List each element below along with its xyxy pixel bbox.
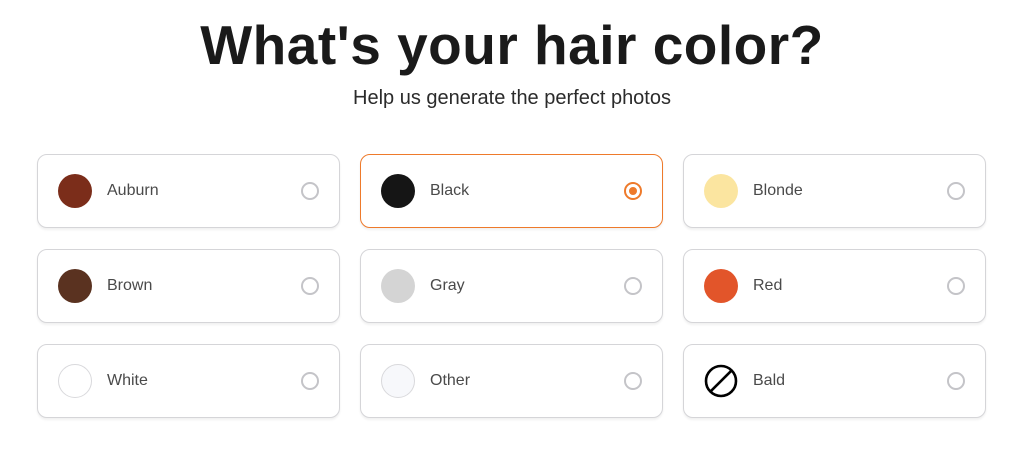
option-label: Bald <box>753 372 786 389</box>
page-subtitle: Help us generate the perfect photos <box>353 87 671 109</box>
option-label: Red <box>753 277 783 294</box>
option-label: Gray <box>430 277 465 294</box>
radio-button[interactable] <box>301 182 319 200</box>
radio-button[interactable] <box>624 182 642 200</box>
radio-button[interactable] <box>947 277 965 295</box>
option-auburn[interactable]: Auburn <box>37 154 340 228</box>
blonde-swatch <box>704 174 738 208</box>
no-symbol-icon <box>704 364 738 398</box>
option-label: Blonde <box>753 182 803 199</box>
option-label: Other <box>430 372 471 389</box>
radio-button[interactable] <box>301 372 319 390</box>
red-swatch <box>704 269 738 303</box>
radio-button[interactable] <box>624 277 642 295</box>
radio-button[interactable] <box>947 182 965 200</box>
radio-button[interactable] <box>624 372 642 390</box>
auburn-swatch <box>58 174 92 208</box>
option-other[interactable]: Other <box>360 344 663 418</box>
other-swatch <box>381 364 415 398</box>
option-brown[interactable]: Brown <box>37 249 340 323</box>
hair-color-options: Auburn Black Blonde Brown Gray Red White… <box>37 154 986 418</box>
page-title: What's your hair color? <box>200 14 824 76</box>
option-label: Brown <box>107 277 153 294</box>
white-swatch <box>58 364 92 398</box>
option-label: Auburn <box>107 182 159 199</box>
radio-button[interactable] <box>301 277 319 295</box>
option-label: White <box>107 372 148 389</box>
option-black[interactable]: Black <box>360 154 663 228</box>
brown-swatch <box>58 269 92 303</box>
option-gray[interactable]: Gray <box>360 249 663 323</box>
option-red[interactable]: Red <box>683 249 986 323</box>
radio-button[interactable] <box>947 372 965 390</box>
option-bald[interactable]: Bald <box>683 344 986 418</box>
gray-swatch <box>381 269 415 303</box>
option-white[interactable]: White <box>37 344 340 418</box>
black-swatch <box>381 174 415 208</box>
option-blonde[interactable]: Blonde <box>683 154 986 228</box>
option-label: Black <box>430 182 470 199</box>
hair-color-page: What's your hair color? Help us generate… <box>0 0 1024 459</box>
